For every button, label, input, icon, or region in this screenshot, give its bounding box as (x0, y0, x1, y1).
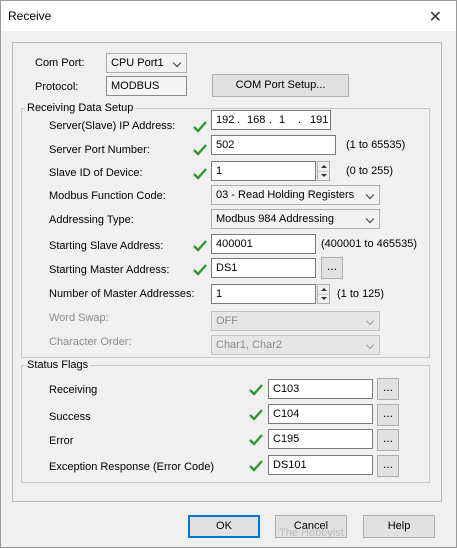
status-flags-group-label: Status Flags (25, 359, 91, 371)
slave-id-spinner[interactable] (317, 161, 330, 181)
protocol-field: MODBUS (106, 76, 187, 96)
word-swap-label: Word Swap: (49, 312, 109, 324)
ip-label: Server(Slave) IP Address: (49, 120, 176, 132)
success-flag-label: Success (49, 411, 91, 423)
exception-flag-label: Exception Response (Error Code) (49, 461, 215, 473)
starting-slave-label: Starting Slave Address: (49, 240, 164, 252)
com-port-select[interactable]: CPU Port1 (106, 53, 187, 73)
num-master-label: Number of Master Addresses: (49, 288, 195, 300)
com-port-label: Com Port: (35, 57, 85, 69)
error-flag-browse-button[interactable]: ... (377, 429, 399, 451)
receiving-group-label: Receiving Data Setup (25, 102, 136, 114)
exception-flag-browse-button[interactable]: ... (377, 455, 399, 477)
slave-id-label: Slave ID of Device: (49, 167, 143, 179)
close-icon[interactable]: ✕ (429, 7, 442, 27)
receive-dialog: Receive ✕ Com Port: CPU Port1 Protocol: … (0, 0, 457, 548)
main-panel: Com Port: CPU Port1 Protocol: MODBUS COM… (12, 42, 442, 502)
num-master-spinner[interactable] (317, 284, 330, 304)
success-flag-browse-button[interactable]: ... (377, 404, 399, 426)
check-icon (193, 168, 207, 180)
check-icon (193, 264, 207, 276)
word-swap-select: OFF (211, 311, 380, 331)
port-range: (1 to 65535) (346, 139, 406, 151)
success-flag-input[interactable]: C104 (268, 404, 373, 424)
starting-slave-input[interactable]: 400001 (211, 234, 316, 254)
protocol-label: Protocol: (35, 81, 79, 93)
chevron-down-icon (365, 340, 375, 350)
title-bar: Receive ✕ (1, 1, 456, 31)
addressing-type-label: Addressing Type: (49, 214, 134, 226)
function-code-label: Modbus Function Code: (49, 190, 166, 202)
ip-address-input[interactable]: 192 . 168 . 1 . 191 (211, 110, 331, 130)
com-port-setup-button[interactable]: COM Port Setup... (212, 74, 349, 97)
function-code-select[interactable]: 03 - Read Holding Registers (211, 185, 380, 205)
error-flag-input[interactable]: C195 (268, 429, 373, 449)
check-icon (193, 144, 207, 156)
check-icon (193, 240, 207, 252)
receiving-flag-label: Receiving (49, 384, 98, 396)
spin-down-icon[interactable] (318, 294, 329, 303)
num-master-input[interactable]: 1 (211, 284, 316, 304)
spin-down-icon[interactable] (318, 171, 329, 180)
error-flag-label: Error (49, 435, 74, 447)
slave-id-input[interactable]: 1 (211, 161, 316, 181)
port-input[interactable]: 502 (211, 135, 336, 155)
receiving-flag-input[interactable]: C103 (268, 379, 373, 399)
exception-flag-input[interactable]: DS101 (268, 455, 373, 475)
chevron-down-icon (365, 316, 375, 326)
starting-master-input[interactable]: DS1 (211, 258, 316, 278)
chevron-down-icon (365, 190, 375, 200)
check-icon (249, 434, 263, 446)
ok-button[interactable]: OK (188, 515, 260, 538)
chevron-down-icon (172, 58, 182, 68)
port-label: Server Port Number: (49, 144, 150, 156)
num-master-range: (1 to 125) (337, 288, 385, 300)
check-icon (249, 460, 263, 472)
receiving-flag-browse-button[interactable]: ... (377, 378, 399, 400)
check-icon (249, 409, 263, 421)
starting-master-browse-button[interactable]: ... (321, 257, 343, 279)
character-order-label: Character Order: (49, 336, 132, 348)
character-order-select: Char1, Char2 (211, 335, 380, 355)
window-title: Receive (8, 9, 52, 23)
chevron-down-icon (365, 214, 375, 224)
check-icon (193, 121, 207, 133)
watermark-text: The Hobbyist (279, 527, 344, 539)
starting-master-label: Starting Master Address: (49, 264, 170, 276)
starting-slave-range: (400001 to 465535) (321, 238, 418, 250)
help-button[interactable]: Help (363, 515, 435, 538)
addressing-type-select[interactable]: Modbus 984 Addressing (211, 209, 380, 229)
slave-id-range: (0 to 255) (346, 165, 394, 177)
check-icon (249, 384, 263, 396)
